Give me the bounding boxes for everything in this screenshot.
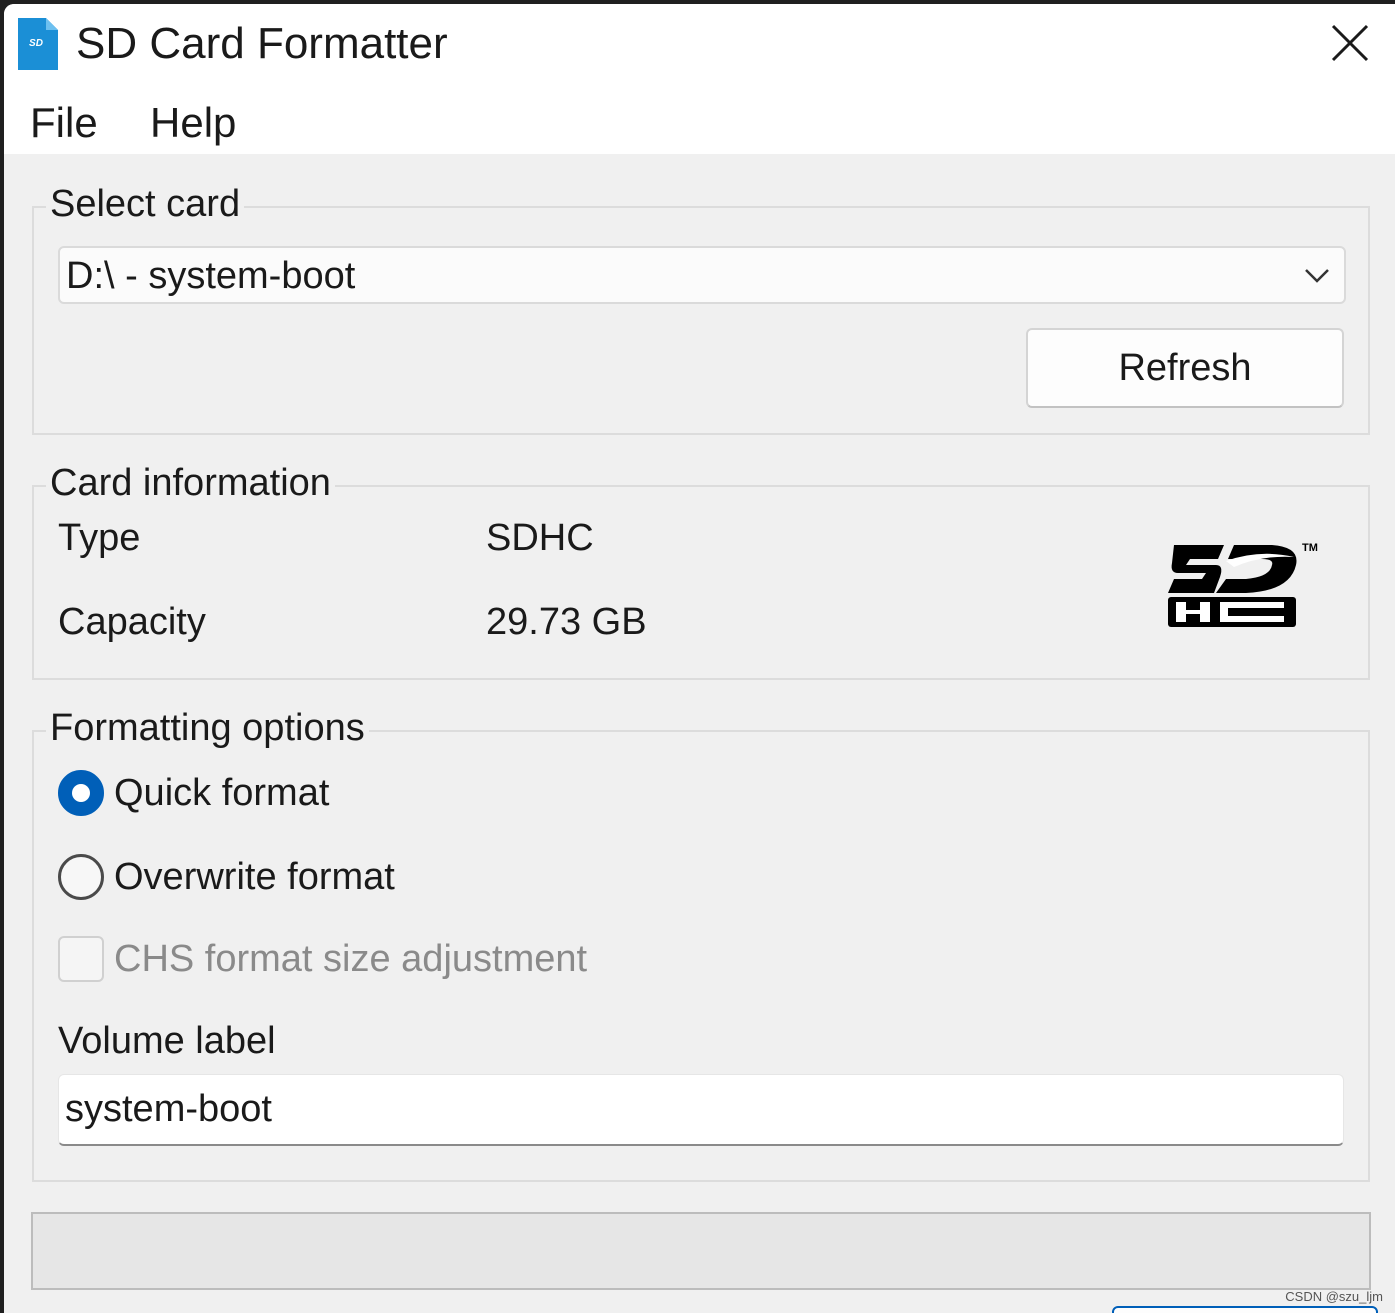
format-progress-bar bbox=[31, 1212, 1371, 1290]
app-icon-text: SD bbox=[29, 38, 43, 49]
window-title: SD Card Formatter bbox=[76, 19, 448, 68]
trademark-text: TM bbox=[1302, 542, 1318, 554]
close-button[interactable] bbox=[1305, 4, 1395, 82]
type-label: Type bbox=[58, 517, 141, 559]
card-select-dropdown[interactable]: D:\ - system-boot bbox=[58, 246, 1346, 304]
close-icon bbox=[1331, 24, 1369, 62]
refresh-button[interactable]: Refresh bbox=[1026, 328, 1344, 408]
volume-label-title: Volume label bbox=[58, 1020, 276, 1062]
overwrite-format-radio[interactable] bbox=[58, 854, 104, 900]
menu-bar: File Help bbox=[4, 82, 1395, 154]
capacity-label: Capacity bbox=[58, 601, 206, 643]
type-value: SDHC bbox=[486, 517, 594, 559]
title-bar: SD SD Card Formatter bbox=[4, 4, 1395, 82]
chs-format-label: CHS format size adjustment bbox=[114, 938, 588, 980]
card-information-legend: Card information bbox=[46, 461, 335, 505]
select-card-legend: Select card bbox=[46, 182, 245, 226]
watermark-text: CSDN @szu_ljm bbox=[1285, 1289, 1383, 1304]
chevron-down-icon bbox=[1305, 269, 1329, 283]
formatting-options-legend: Formatting options bbox=[46, 706, 369, 750]
format-button[interactable] bbox=[1112, 1306, 1378, 1313]
sd-card-formatter-window: SD SD Card Formatter File Help Select ca… bbox=[4, 4, 1395, 1313]
capacity-value: 29.73 GB bbox=[486, 601, 647, 643]
menu-help[interactable]: Help bbox=[150, 98, 236, 148]
overwrite-format-label[interactable]: Overwrite format bbox=[114, 854, 395, 900]
menu-file[interactable]: File bbox=[30, 98, 98, 148]
card-information-group: Card information Type SDHC Capacity 29.7… bbox=[32, 461, 1370, 680]
formatting-options-group: Formatting options Quick format Overwrit… bbox=[32, 706, 1370, 1182]
sd-card-app-icon: SD bbox=[18, 18, 58, 70]
select-card-group: Select card D:\ - system-boot Refresh bbox=[32, 182, 1370, 435]
card-select-value: D:\ - system-boot bbox=[66, 255, 356, 297]
quick-format-radio[interactable] bbox=[58, 770, 104, 816]
volume-label-input[interactable] bbox=[58, 1074, 1344, 1146]
sdhc-logo: TM bbox=[1168, 542, 1318, 627]
chs-format-checkbox bbox=[58, 936, 104, 982]
quick-format-label[interactable]: Quick format bbox=[114, 770, 329, 816]
